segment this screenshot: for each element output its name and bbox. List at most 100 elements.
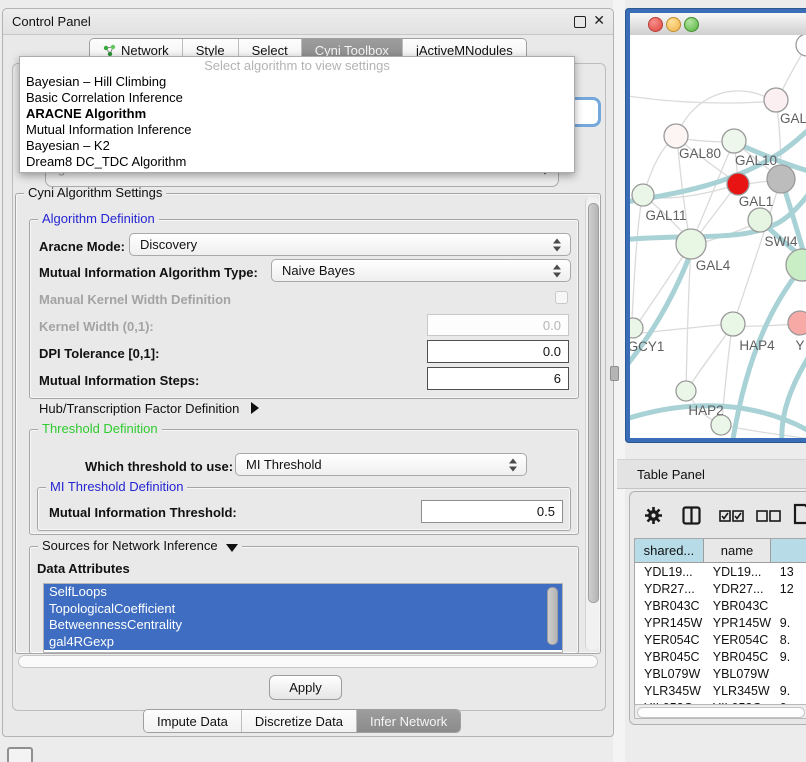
hub-definition-toggle[interactable]: Hub/Transcription Factor Definition bbox=[39, 401, 259, 416]
network-node-hap2[interactable] bbox=[676, 381, 696, 401]
combo-arrows-icon bbox=[553, 238, 562, 251]
table-cell: YBR045C bbox=[635, 650, 704, 664]
settings-scrollbar-track[interactable] bbox=[585, 197, 599, 650]
kernel-width-value: 0.0 bbox=[543, 318, 561, 333]
window-close-icon[interactable] bbox=[648, 17, 663, 32]
table-row[interactable]: YER054CYER054C8. bbox=[635, 631, 806, 648]
table-hscrollbar-thumb[interactable] bbox=[637, 707, 805, 718]
tab-infer-network[interactable]: Infer Network bbox=[356, 710, 460, 732]
mi-type-combo[interactable]: Naive Bayes bbox=[271, 259, 571, 282]
algorithm-option[interactable]: Mutual Information Inference bbox=[20, 122, 574, 138]
settings-scrollbar-thumb[interactable] bbox=[588, 203, 599, 603]
table-row[interactable]: YBL079WYBL079W bbox=[635, 665, 806, 682]
network-node-gcy1[interactable] bbox=[630, 318, 643, 338]
table-cell: YPR145W bbox=[704, 616, 771, 630]
table-cell: YDL19... bbox=[704, 565, 771, 579]
mi-steps-label: Mutual Information Steps: bbox=[39, 373, 199, 388]
sources-group-title[interactable]: Sources for Network Inference bbox=[38, 538, 242, 553]
manual-kernel-label: Manual Kernel Width Definition bbox=[39, 292, 231, 307]
network-node-gal10[interactable] bbox=[722, 129, 746, 153]
combo-arrows-icon bbox=[509, 458, 518, 471]
network-edge bbox=[630, 324, 731, 335]
window-minimize-icon[interactable] bbox=[666, 17, 681, 32]
dpi-tolerance-field[interactable]: 0.0 bbox=[427, 340, 569, 363]
attribute-item[interactable]: BetweennessCentrality bbox=[44, 617, 562, 634]
kernel-width-field[interactable]: 0.0 bbox=[427, 314, 569, 336]
new-table-icon[interactable] bbox=[793, 503, 806, 525]
network-node[interactable] bbox=[767, 165, 795, 193]
algorithm-option[interactable]: Dream8 DC_TDC Algorithm bbox=[20, 154, 574, 170]
attributes-scrollbar-thumb[interactable] bbox=[547, 587, 558, 645]
mi-threshold-label: Mutual Information Threshold: bbox=[49, 505, 237, 520]
network-node[interactable] bbox=[786, 249, 806, 281]
unselect-all-checkboxes-icon[interactable] bbox=[756, 510, 781, 522]
panel-divider-handle[interactable] bbox=[610, 366, 619, 381]
network-window-titlebar[interactable] bbox=[630, 13, 806, 36]
restore-panel-icon[interactable] bbox=[7, 747, 33, 762]
algorithm-option[interactable]: ARACNE Algorithm bbox=[20, 106, 574, 122]
table-cell: 9. bbox=[771, 616, 806, 630]
table-cell: 9. bbox=[771, 650, 806, 664]
table-row[interactable]: YDL19...YDL19...13 bbox=[635, 563, 806, 580]
table-row[interactable]: YLR345WYLR345W9. bbox=[635, 682, 806, 699]
network-node-gal1[interactable] bbox=[727, 173, 749, 195]
table-hscrollbar-track[interactable] bbox=[634, 704, 806, 719]
table-cell: YBL079W bbox=[704, 667, 771, 681]
show-columns-icon[interactable] bbox=[682, 506, 701, 525]
network-node-hap4[interactable] bbox=[721, 312, 745, 336]
mi-steps-field[interactable]: 6 bbox=[427, 367, 569, 390]
which-threshold-combo[interactable]: MI Threshold bbox=[235, 453, 527, 476]
network-node-y[interactable] bbox=[788, 311, 806, 335]
network-node[interactable] bbox=[796, 35, 806, 56]
select-all-checkboxes-icon[interactable] bbox=[719, 510, 744, 522]
table-cell: YLR345W bbox=[704, 684, 771, 698]
network-node-gal80[interactable] bbox=[664, 124, 688, 148]
threshold-definition-title: Threshold Definition bbox=[38, 421, 162, 436]
algorithm-option[interactable]: Bayesian – Hill Climbing bbox=[20, 74, 574, 90]
manual-kernel-checkbox[interactable] bbox=[555, 291, 568, 304]
column-header-shared...[interactable]: shared... bbox=[635, 539, 704, 562]
attribute-item[interactable]: TopologicalCoefficient bbox=[44, 601, 562, 618]
combo-arrows-icon bbox=[553, 264, 562, 277]
network-canvas[interactable]: GALGAL80GAL10GAL1GAL11SWI4GAL4GCY1HAP4YH… bbox=[630, 35, 806, 438]
column-header-name[interactable]: name bbox=[704, 539, 771, 562]
aracne-mode-combo[interactable]: Discovery bbox=[129, 233, 571, 256]
mi-threshold-field[interactable]: 0.5 bbox=[421, 500, 563, 523]
table-cell: 9. bbox=[771, 684, 806, 698]
table-panel-titlebar: Table Panel bbox=[617, 459, 806, 489]
network-node-gal11[interactable] bbox=[632, 184, 654, 206]
network-node-label: GAL80 bbox=[679, 146, 721, 161]
network-node-label: GAL1 bbox=[739, 194, 774, 209]
attribute-item[interactable]: SelfLoops bbox=[44, 584, 562, 601]
algorithm-option[interactable]: Basic Correlation Inference bbox=[20, 90, 574, 106]
table-row[interactable]: YBR043CYBR043C bbox=[635, 597, 806, 614]
aracne-mode-label: Aracne Mode: bbox=[39, 239, 125, 254]
algorithm-options-list: Bayesian – Hill ClimbingBasic Correlatio… bbox=[20, 74, 574, 170]
algorithm-option[interactable]: Bayesian – K2 bbox=[20, 138, 574, 154]
kernel-width-label: Kernel Width (0,1): bbox=[39, 319, 154, 334]
column-header-cut[interactable] bbox=[771, 539, 806, 562]
table-row[interactable]: YBR045CYBR045C9. bbox=[635, 648, 806, 665]
table-row[interactable]: YDR27...YDR27...12 bbox=[635, 580, 806, 597]
settings-hscrollbar[interactable] bbox=[18, 655, 598, 668]
table-settings-gear-icon[interactable] bbox=[644, 506, 663, 525]
network-node-gal4[interactable] bbox=[676, 229, 706, 259]
dpi-tolerance-label: DPI Tolerance [0,1]: bbox=[39, 346, 159, 361]
tab-impute-data[interactable]: Impute Data bbox=[144, 710, 241, 732]
table-cell: YER054C bbox=[704, 633, 771, 647]
window-zoom-icon[interactable] bbox=[684, 17, 699, 32]
attribute-item[interactable]: gal4RGexp bbox=[44, 634, 562, 651]
table-row[interactable]: YPR145WYPR145W9. bbox=[635, 614, 806, 631]
network-node-gal[interactable] bbox=[764, 88, 788, 112]
tab-discretize-data[interactable]: Discretize Data bbox=[241, 710, 356, 732]
network-node[interactable] bbox=[711, 415, 731, 435]
table-cell: 13 bbox=[771, 565, 806, 579]
network-node-swi4[interactable] bbox=[748, 208, 772, 232]
float-panel-icon[interactable] bbox=[574, 16, 586, 28]
apply-button[interactable]: Apply bbox=[269, 675, 342, 700]
table-header-row: shared...name bbox=[635, 539, 806, 563]
control-panel-titlebar: Control Panel ✕ bbox=[3, 9, 613, 35]
close-panel-icon[interactable]: ✕ bbox=[593, 12, 605, 29]
panel-gap bbox=[613, 0, 625, 762]
network-edge bbox=[632, 198, 642, 319]
